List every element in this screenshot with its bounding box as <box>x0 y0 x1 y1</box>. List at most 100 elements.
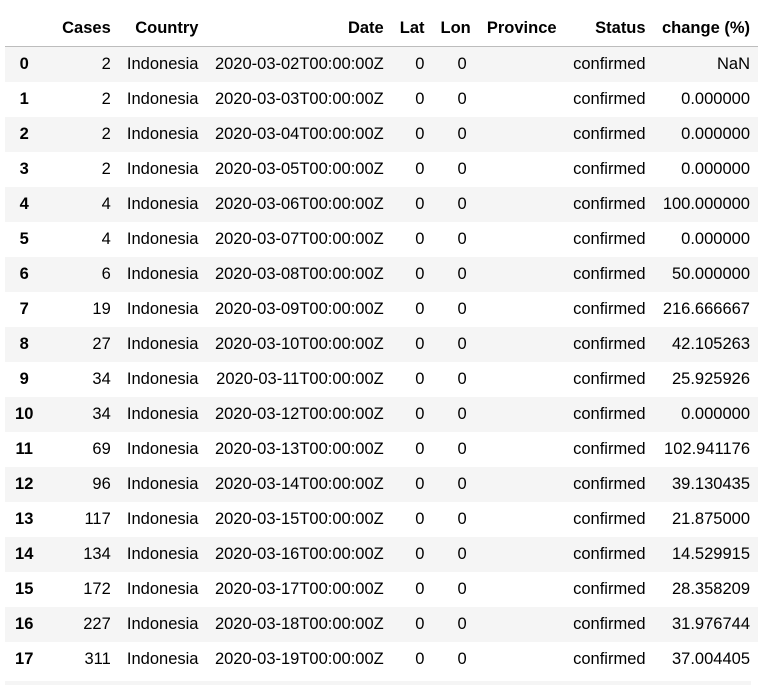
cell-status: confirmed <box>573 370 646 388</box>
cell-lon: 0 <box>457 545 467 563</box>
cell-lon: 0 <box>457 650 467 668</box>
dataframe-table: Cases Country Date Lat Lon Province Stat… <box>5 11 758 677</box>
cell-status: confirmed <box>573 510 646 528</box>
table-row: 15 172 Indonesia 2020-03-17T00:00:00Z 0 0 conf… <box>5 572 758 607</box>
row-index: 9 <box>19 370 29 388</box>
cell-change: 100.000000 <box>662 195 750 213</box>
table-row: 6 6 Indonesia 2020-03-08T00:00:00Z 0 0 confirm… <box>5 257 758 292</box>
column-header-lon: Lon <box>432 11 479 47</box>
cell-date: 2020-03-13T00:00:00Z <box>214 440 384 458</box>
cell-lon: 0 <box>457 475 467 493</box>
cell-date: 2020-03-16T00:00:00Z <box>214 545 384 563</box>
cell-country: Indonesia <box>126 160 199 178</box>
cell-lat: 0 <box>415 90 425 108</box>
cell-change: 216.666667 <box>662 300 750 318</box>
row-index: 11 <box>15 440 33 458</box>
cell-country: Indonesia <box>126 195 199 213</box>
cell-lat: 0 <box>415 55 425 73</box>
cell-lat: 0 <box>415 440 425 458</box>
cell-lon: 0 <box>457 440 467 458</box>
cell-cases: 117 <box>84 510 111 528</box>
cell-lon: 0 <box>457 615 467 633</box>
row-index: 8 <box>19 335 29 353</box>
column-header-date: Date <box>206 11 392 47</box>
row-index: 7 <box>19 300 29 318</box>
table-row: 10 34 Indonesia 2020-03-12T00:00:00Z 0 0 confi… <box>5 397 758 432</box>
cell-province <box>479 82 565 117</box>
table-row: 4 4 Indonesia 2020-03-06T00:00:00Z 0 0 confirm… <box>5 187 758 222</box>
cell-lon: 0 <box>457 405 467 423</box>
cell-lon: 0 <box>457 300 467 318</box>
cell-change: 50.000000 <box>672 265 750 283</box>
cell-cases: 134 <box>83 545 111 563</box>
table-row: 11 69 Indonesia 2020-03-13T00:00:00Z 0 0 confi… <box>5 432 758 467</box>
cell-country: Indonesia <box>126 405 199 423</box>
cell-lon: 0 <box>457 580 467 598</box>
cell-province <box>479 327 565 362</box>
table-row: 8 27 Indonesia 2020-03-10T00:00:00Z 0 0 confir… <box>5 327 758 362</box>
cell-lat: 0 <box>415 615 425 633</box>
row-index: 4 <box>19 195 29 213</box>
cell-cases: 2 <box>101 125 111 143</box>
table-row: 14 134 Indonesia 2020-03-16T00:00:00Z 0 0 conf… <box>5 537 758 572</box>
cell-province <box>479 397 565 432</box>
cell-change: 25.925926 <box>672 370 750 388</box>
cell-change: 37.004405 <box>672 650 750 668</box>
cell-lon: 0 <box>457 230 467 248</box>
cell-date: 2020-03-19T00:00:00Z <box>214 650 384 668</box>
cell-country: Indonesia <box>126 650 199 668</box>
cell-lat: 0 <box>415 405 425 423</box>
cell-country: Indonesia <box>126 125 199 143</box>
cell-status: confirmed <box>573 195 646 213</box>
cell-province <box>479 537 565 572</box>
cell-lat: 0 <box>415 370 425 388</box>
cell-status: confirmed <box>573 475 646 493</box>
cell-province <box>479 117 565 152</box>
cell-country: Indonesia <box>126 55 199 73</box>
cell-status: confirmed <box>573 160 646 178</box>
cell-lon: 0 <box>457 335 467 353</box>
table-row: 5 4 Indonesia 2020-03-07T00:00:00Z 0 0 confirm… <box>5 222 758 257</box>
row-index: 2 <box>19 125 29 143</box>
cell-change: 0.000000 <box>681 160 750 178</box>
cell-lon: 0 <box>457 510 467 528</box>
cell-lat: 0 <box>415 650 425 668</box>
cell-date: 2020-03-02T00:00:00Z <box>214 55 384 73</box>
cell-lat: 0 <box>415 125 425 143</box>
cell-lat: 0 <box>415 265 425 283</box>
cell-lon: 0 <box>457 90 467 108</box>
table-row: 17 311 Indonesia 2020-03-19T00:00:00Z 0 0 conf… <box>5 642 758 677</box>
cell-province <box>479 642 565 677</box>
column-header-status: Status <box>564 11 654 47</box>
row-index: 13 <box>15 510 34 528</box>
row-index: 14 <box>15 545 34 563</box>
cell-change: 42.105263 <box>672 335 750 353</box>
table-row: 1 2 Indonesia 2020-03-03T00:00:00Z 0 0 confirm… <box>5 82 758 117</box>
cell-change: 21.875000 <box>672 510 750 528</box>
row-index: 16 <box>15 615 34 633</box>
cell-country: Indonesia <box>126 580 199 598</box>
cell-cases: 2 <box>101 55 111 73</box>
cell-cases: 34 <box>92 370 111 388</box>
cell-date: 2020-03-05T00:00:00Z <box>214 160 384 178</box>
cell-change: 0.000000 <box>681 230 750 248</box>
cell-country: Indonesia <box>126 440 199 458</box>
cell-country: Indonesia <box>126 265 199 283</box>
cell-province <box>479 152 565 187</box>
cell-lat: 0 <box>415 580 425 598</box>
table-row: 0 2 Indonesia 2020-03-02T00:00:00Z 0 0 confirm… <box>5 46 758 82</box>
row-index: 3 <box>19 160 29 178</box>
cell-change: 28.358209 <box>672 580 750 598</box>
cell-status: confirmed <box>573 440 646 458</box>
cell-cases: 227 <box>83 615 111 633</box>
cell-status: confirmed <box>573 580 646 598</box>
cell-status: confirmed <box>573 125 646 143</box>
cell-province <box>479 257 565 292</box>
cell-lat: 0 <box>415 160 425 178</box>
column-header-lat: Lat <box>391 11 433 47</box>
table-row: 12 96 Indonesia 2020-03-14T00:00:00Z 0 0 confi… <box>5 467 758 502</box>
cell-date: 2020-03-17T00:00:00Z <box>214 580 384 598</box>
cell-lat: 0 <box>415 195 425 213</box>
cell-date: 2020-03-12T00:00:00Z <box>214 405 384 423</box>
cell-change: 39.130435 <box>672 475 750 493</box>
